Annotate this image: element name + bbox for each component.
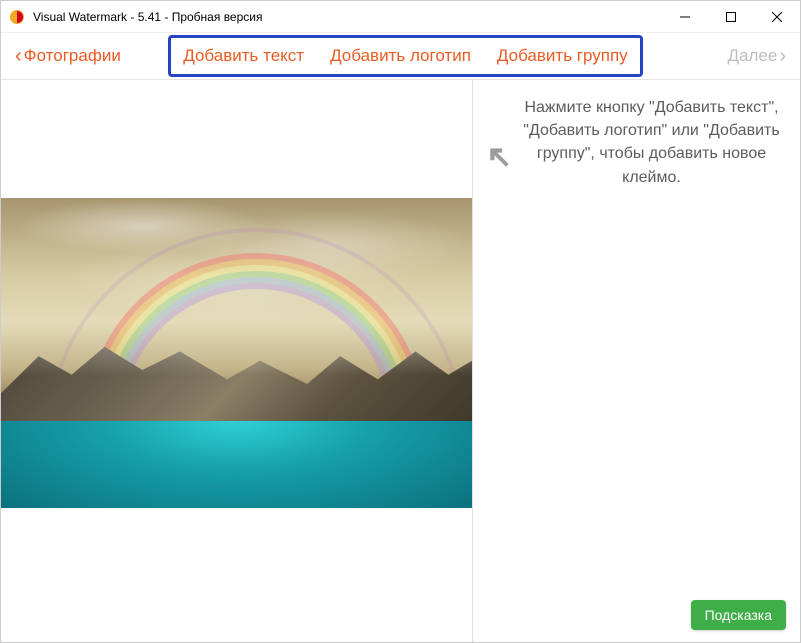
- body-area: Нажмите кнопку "Добавить текст", "Добави…: [1, 79, 800, 642]
- add-text-button[interactable]: Добавить текст: [181, 42, 306, 70]
- add-group-button[interactable]: Добавить группу: [495, 42, 630, 70]
- maximize-button[interactable]: [708, 1, 754, 32]
- toolbar: ‹ Фотографии Добавить текст Добавить лог…: [1, 33, 800, 79]
- minimize-button[interactable]: [662, 1, 708, 32]
- next-link[interactable]: Далее ›: [726, 42, 788, 70]
- preview-image[interactable]: [1, 198, 472, 508]
- tip-button[interactable]: Подсказка: [691, 600, 786, 630]
- chevron-right-icon: ›: [779, 46, 786, 66]
- add-logo-button[interactable]: Добавить логотип: [328, 42, 473, 70]
- add-actions-group: Добавить текст Добавить логотип Добавить…: [168, 35, 642, 77]
- hint-text: Нажмите кнопку "Добавить текст", "Добави…: [523, 96, 780, 189]
- add-text-label: Добавить текст: [183, 46, 304, 66]
- add-logo-label: Добавить логотип: [330, 46, 471, 66]
- back-photos-link[interactable]: ‹ Фотографии: [13, 42, 123, 70]
- chevron-left-icon: ‹: [15, 46, 22, 66]
- close-button[interactable]: [754, 1, 800, 32]
- next-label: Далее: [728, 46, 778, 66]
- window-title: Visual Watermark - 5.41 - Пробная версия: [33, 10, 262, 24]
- preview-pane: [1, 80, 473, 642]
- app-icon: [9, 9, 25, 25]
- window-controls: [662, 1, 800, 32]
- back-photos-label: Фотографии: [24, 46, 121, 66]
- side-panel: Нажмите кнопку "Добавить текст", "Добави…: [473, 80, 800, 642]
- app-window: Visual Watermark - 5.41 - Пробная версия…: [0, 0, 801, 643]
- add-group-label: Добавить группу: [497, 46, 628, 66]
- preview-spacer: [1, 80, 472, 198]
- hint-arrow-icon: [487, 144, 513, 173]
- lake-layer: [1, 421, 472, 508]
- hint-row: Нажмите кнопку "Добавить текст", "Добави…: [487, 96, 780, 189]
- titlebar: Visual Watermark - 5.41 - Пробная версия: [1, 1, 800, 33]
